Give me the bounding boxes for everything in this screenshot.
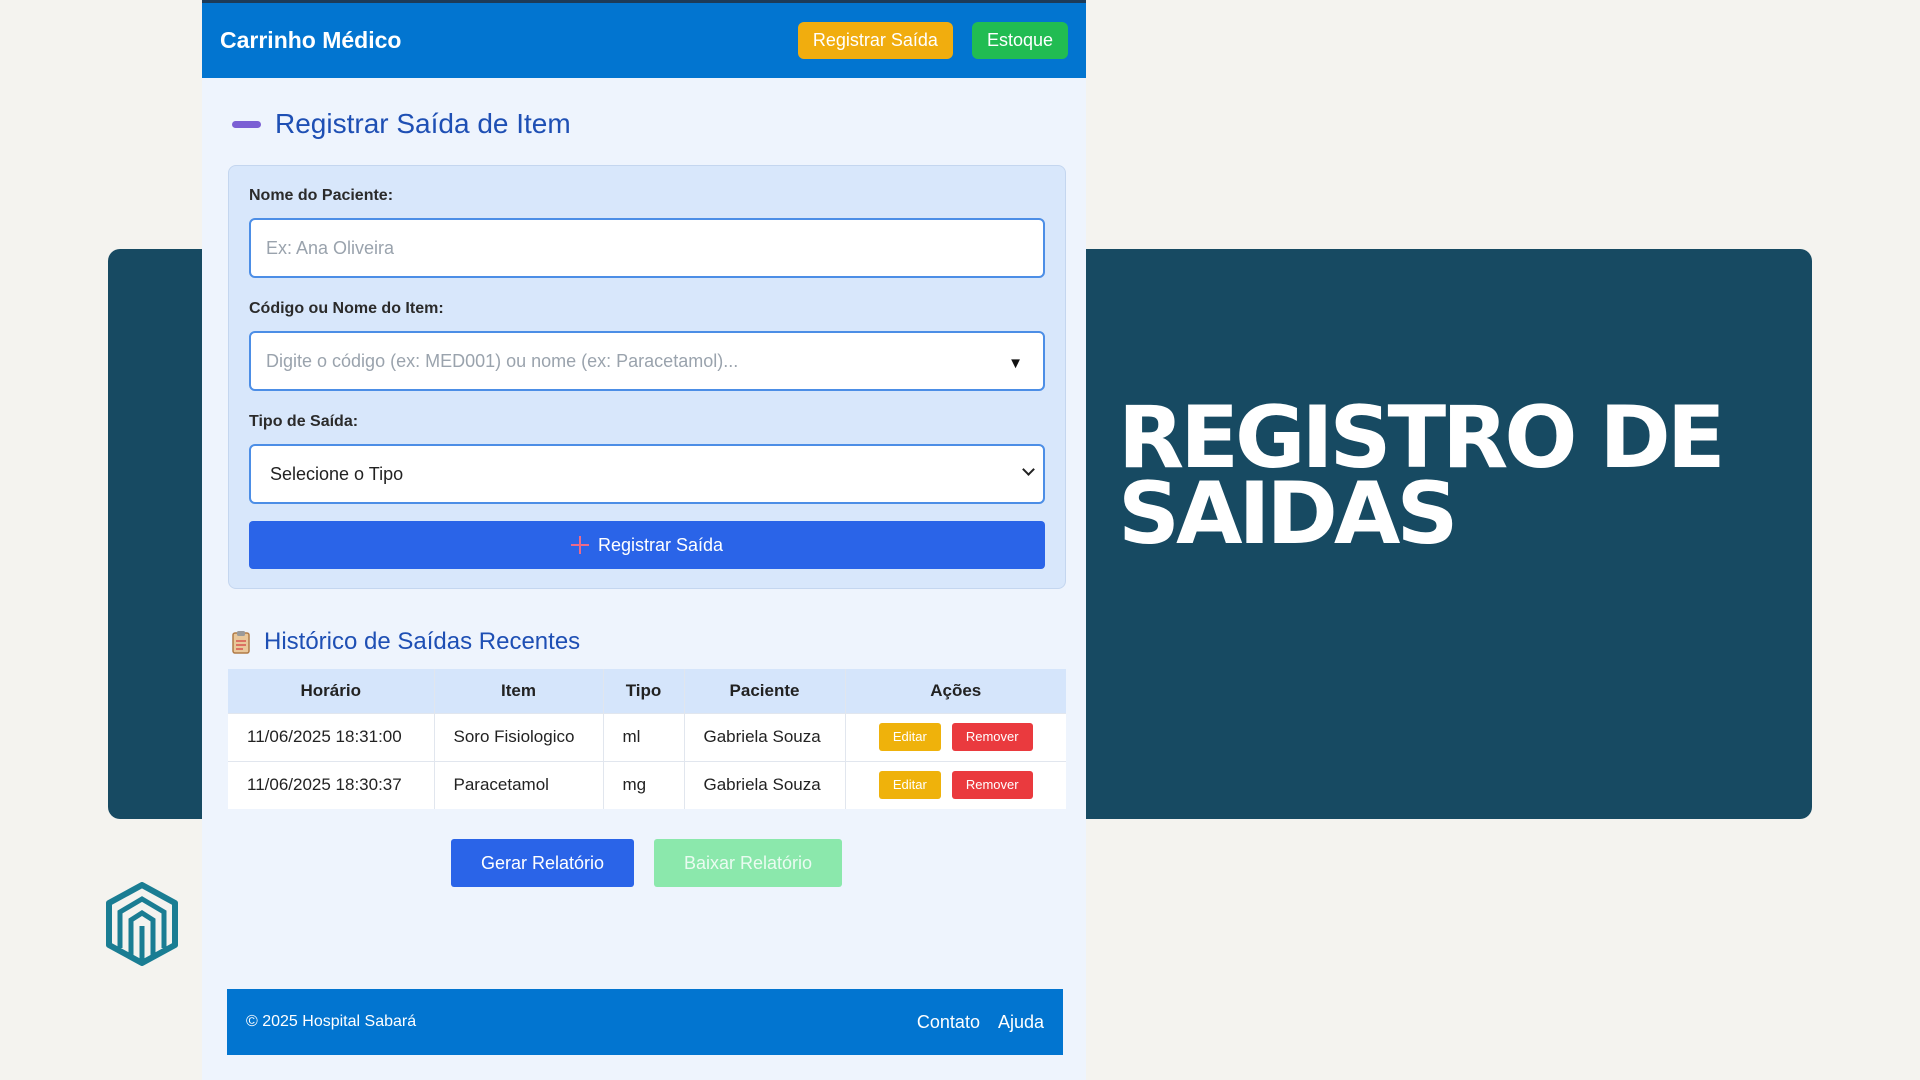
register-exit-nav-button[interactable]: Registrar Saída [797, 22, 953, 59]
patient-name-placeholder: Ex: Ana Oliveira [266, 237, 395, 258]
app-window: Carrinho Médico Registrar Saída Estoque … [202, 0, 1086, 1080]
edit-button[interactable]: Editar [878, 771, 941, 800]
patient-name-input[interactable]: Ex: Ana Oliveira [249, 218, 1045, 278]
cell-actions: Editar Remover [844, 712, 1066, 761]
exit-form: Nome do Paciente: Ex: Ana Oliveira Códig… [228, 165, 1066, 589]
generate-report-button[interactable]: Gerar Relatório [451, 839, 634, 887]
dropdown-caret-icon[interactable]: ▼ [1008, 355, 1023, 372]
contact-link[interactable]: Contato [917, 1012, 980, 1033]
chevron-down-icon [1022, 463, 1035, 476]
remove-button[interactable]: Remover [951, 723, 1033, 751]
exit-type-selected-value: Selecione o Tipo [270, 463, 404, 484]
cell-type: ml [602, 712, 684, 761]
register-exit-submit-label: Registrar Saída [597, 534, 724, 555]
slide-title: REGISTRO DE SAIDAS [1118, 395, 1726, 557]
app-title: Carrinho Médico [220, 27, 402, 53]
cell-patient: Gabriela Souza [683, 712, 845, 761]
column-header-patient: Paciente [683, 669, 845, 713]
item-search-placeholder: Digite o código (ex: MED001) ou nome (ex… [266, 350, 739, 371]
item-search-input[interactable]: Digite o código (ex: MED001) ou nome (ex… [249, 331, 1045, 391]
help-link[interactable]: Ajuda [998, 1012, 1044, 1033]
table-row: 11/06/2025 18:31:00 Soro Fisiologico ml … [228, 712, 1066, 761]
history-table: Horário Item Tipo Paciente Ações 11/06/2… [228, 669, 1066, 809]
minus-icon [232, 120, 261, 128]
column-header-item: Item [433, 669, 603, 713]
cell-item: Soro Fisiologico [433, 712, 603, 761]
cell-type: mg [602, 760, 684, 809]
exit-type-select[interactable]: Selecione o Tipo [249, 444, 1045, 504]
form-section-title: Registrar Saída de Item [232, 108, 571, 140]
cell-patient: Gabriela Souza [683, 760, 845, 809]
table-row: 11/06/2025 18:30:37 Paracetamol mg Gabri… [228, 760, 1066, 809]
download-report-button[interactable]: Baixar Relatório [654, 839, 842, 887]
app-footer: © 2025 Hospital Sabará Contato Ajuda [227, 989, 1063, 1055]
patient-label: Nome do Paciente: [249, 187, 394, 204]
form-section-title-text: Registrar Saída de Item [275, 108, 571, 139]
cell-item: Paracetamol [433, 760, 603, 809]
remove-button[interactable]: Remover [951, 771, 1033, 800]
column-header-type: Tipo [602, 669, 684, 713]
table-header-row: Horário Item Tipo Paciente Ações [228, 669, 1066, 713]
column-header-actions: Ações [844, 669, 1066, 713]
app-header: Carrinho Médico Registrar Saída Estoque [202, 0, 1086, 78]
plus-icon [570, 536, 589, 554]
register-exit-submit-button[interactable]: Registrar Saída [249, 521, 1045, 569]
hospital-logo-icon [106, 882, 178, 966]
item-label: Código ou Nome do Item: [249, 300, 444, 317]
cell-actions: Editar Remover [844, 760, 1066, 809]
cell-time: 11/06/2025 18:30:37 [228, 760, 434, 809]
exit-type-label: Tipo de Saída: [249, 413, 359, 430]
history-title-text: Histórico de Saídas Recentes [264, 628, 581, 655]
copyright-text: © 2025 Hospital Sabará [246, 1013, 417, 1030]
edit-button[interactable]: Editar [878, 723, 941, 751]
clipboard-icon [232, 631, 250, 654]
history-section-title: Histórico de Saídas Recentes [232, 628, 580, 656]
stock-nav-button[interactable]: Estoque [971, 22, 1068, 59]
column-header-time: Horário [228, 669, 434, 713]
cell-time: 11/06/2025 18:31:00 [228, 712, 434, 761]
